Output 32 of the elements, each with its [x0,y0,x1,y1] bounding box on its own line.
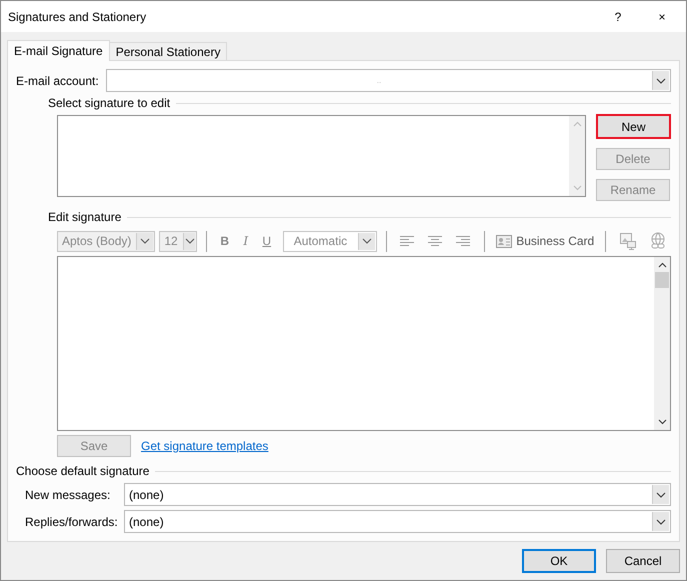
chevron-down-icon [184,238,195,244]
signature-list[interactable] [57,115,586,197]
chevron-down-icon [658,419,666,425]
section-heading: Select signature to edit [48,96,170,110]
chevron-down-icon [572,185,582,191]
chevron-down-icon [656,492,666,498]
chevron-down-icon [656,518,666,524]
scrollbar[interactable] [654,257,670,430]
chevron-down-icon [362,238,372,244]
action-button[interactable]: New [596,114,671,139]
chevron-up-icon [658,262,666,268]
tab[interactable]: Personal Stationery [108,42,228,60]
dialog-button[interactable]: OK [522,549,596,573]
field-label: Replies/forwards: [25,514,119,528]
templates-link[interactable]: Get signature templates [141,439,268,453]
tab[interactable]: E-mail Signature [7,40,110,61]
signature-dropdown[interactable]: (none) [124,483,671,506]
scroll-thumb[interactable] [655,272,669,288]
signature-dropdown[interactable]: (none) [124,510,671,533]
help-button[interactable]: ? [596,2,640,32]
dialog-button[interactable]: Cancel [606,549,680,573]
field-label: New messages: [25,488,112,502]
chevron-down-icon [140,238,150,244]
chevron-down-icon [656,78,666,84]
field-label: E-mail account: [16,74,100,88]
window-title: Signatures and Stationery [8,10,148,24]
scrollbar[interactable] [569,116,585,196]
close-button[interactable]: × [640,2,684,32]
chevron-up-icon [572,121,582,127]
contact-card-icon [496,234,512,248]
section-heading: Edit signature [48,210,122,224]
section-heading: Choose default signature [16,464,150,478]
